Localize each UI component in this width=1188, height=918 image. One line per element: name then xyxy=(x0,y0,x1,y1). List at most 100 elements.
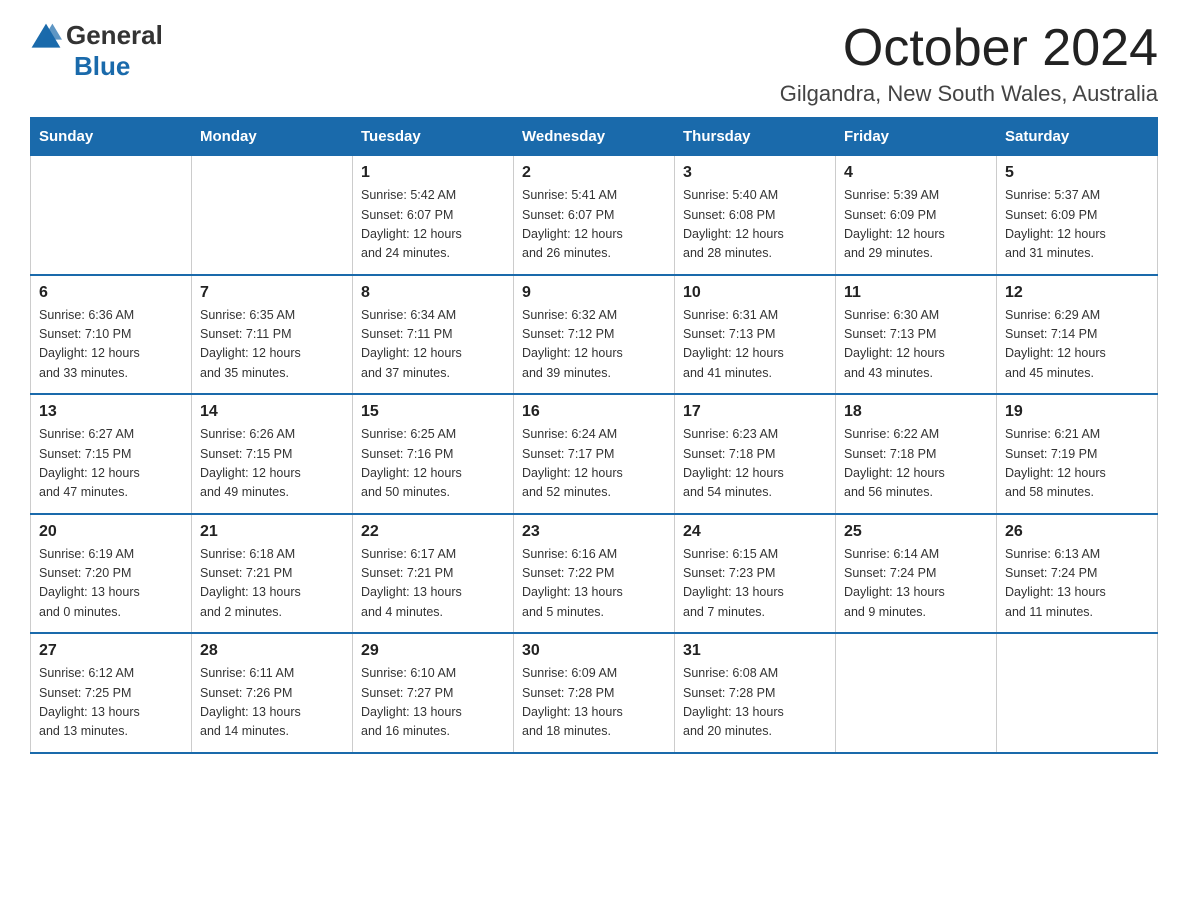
day-info: Sunrise: 6:16 AM Sunset: 7:22 PM Dayligh… xyxy=(522,545,666,623)
calendar-table: SundayMondayTuesdayWednesdayThursdayFrid… xyxy=(30,117,1158,754)
day-number: 19 xyxy=(1005,403,1149,421)
calendar-cell: 23 Sunrise: 6:16 AM Sunset: 7:22 PM Dayli… xyxy=(514,514,675,634)
day-number: 16 xyxy=(522,403,666,421)
calendar-cell: 28 Sunrise: 6:11 AM Sunset: 7:26 PM Dayli… xyxy=(192,633,353,753)
calendar-cell: 3 Sunrise: 5:40 AM Sunset: 6:08 PM Daylig… xyxy=(675,156,836,275)
page-header: General Blue October 2024 Gilgandra, New… xyxy=(30,20,1158,107)
day-info: Sunrise: 6:17 AM Sunset: 7:21 PM Dayligh… xyxy=(361,545,505,623)
calendar-cell: 26Sunrise: 6:13 AM Sunset: 7:24 PM Dayli… xyxy=(997,514,1158,634)
day-number: 13 xyxy=(39,403,183,421)
calendar-cell: 17 Sunrise: 6:23 AM Sunset: 7:18 PM Dayli… xyxy=(675,394,836,514)
header-right: October 2024 Gilgandra, New South Wales,… xyxy=(780,20,1158,107)
calendar-week-row: 6 Sunrise: 6:36 AM Sunset: 7:10 PM Daylig… xyxy=(31,275,1158,395)
calendar-cell xyxy=(997,633,1158,753)
calendar-cell: 25 Sunrise: 6:14 AM Sunset: 7:24 PM Dayli… xyxy=(836,514,997,634)
day-info: Sunrise: 6:11 AM Sunset: 7:26 PM Dayligh… xyxy=(200,664,344,742)
calendar-cell: 30 Sunrise: 6:09 AM Sunset: 7:28 PM Dayli… xyxy=(514,633,675,753)
day-number: 6 xyxy=(39,284,183,302)
day-number: 29 xyxy=(361,642,505,660)
calendar-day-header: Wednesday xyxy=(514,118,675,156)
day-number: 12 xyxy=(1005,284,1149,302)
day-info: Sunrise: 6:26 AM Sunset: 7:15 PM Dayligh… xyxy=(200,425,344,503)
calendar-week-row: 27Sunrise: 6:12 AM Sunset: 7:25 PM Dayli… xyxy=(31,633,1158,753)
calendar-cell: 9 Sunrise: 6:32 AM Sunset: 7:12 PM Daylig… xyxy=(514,275,675,395)
day-info: Sunrise: 6:19 AM Sunset: 7:20 PM Dayligh… xyxy=(39,545,183,623)
calendar-cell: 15Sunrise: 6:25 AM Sunset: 7:16 PM Dayli… xyxy=(353,394,514,514)
calendar-day-header: Friday xyxy=(836,118,997,156)
day-number: 10 xyxy=(683,284,827,302)
calendar-cell: 10 Sunrise: 6:31 AM Sunset: 7:13 PM Dayli… xyxy=(675,275,836,395)
calendar-cell: 29 Sunrise: 6:10 AM Sunset: 7:27 PM Dayli… xyxy=(353,633,514,753)
calendar-cell: 5 Sunrise: 5:37 AM Sunset: 6:09 PM Daylig… xyxy=(997,156,1158,275)
logo: General Blue xyxy=(30,20,163,82)
logo-general-text: General xyxy=(66,20,163,51)
calendar-cell xyxy=(836,633,997,753)
day-info: Sunrise: 6:15 AM Sunset: 7:23 PM Dayligh… xyxy=(683,545,827,623)
day-info: Sunrise: 6:23 AM Sunset: 7:18 PM Dayligh… xyxy=(683,425,827,503)
day-number: 21 xyxy=(200,523,344,541)
calendar-week-row: 13 Sunrise: 6:27 AM Sunset: 7:15 PM Dayli… xyxy=(31,394,1158,514)
day-info: Sunrise: 5:37 AM Sunset: 6:09 PM Dayligh… xyxy=(1005,186,1149,264)
day-info: Sunrise: 6:30 AM Sunset: 7:13 PM Dayligh… xyxy=(844,306,988,384)
day-info: Sunrise: 6:31 AM Sunset: 7:13 PM Dayligh… xyxy=(683,306,827,384)
day-info: Sunrise: 6:32 AM Sunset: 7:12 PM Dayligh… xyxy=(522,306,666,384)
day-info: Sunrise: 6:35 AM Sunset: 7:11 PM Dayligh… xyxy=(200,306,344,384)
day-info: Sunrise: 5:40 AM Sunset: 6:08 PM Dayligh… xyxy=(683,186,827,264)
calendar-cell: 11 Sunrise: 6:30 AM Sunset: 7:13 PM Dayli… xyxy=(836,275,997,395)
day-number: 25 xyxy=(844,523,988,541)
day-info: Sunrise: 6:18 AM Sunset: 7:21 PM Dayligh… xyxy=(200,545,344,623)
day-info: Sunrise: 6:36 AM Sunset: 7:10 PM Dayligh… xyxy=(39,306,183,384)
calendar-day-header: Monday xyxy=(192,118,353,156)
calendar-cell: 14Sunrise: 6:26 AM Sunset: 7:15 PM Dayli… xyxy=(192,394,353,514)
calendar-cell: 4Sunrise: 5:39 AM Sunset: 6:09 PM Daylig… xyxy=(836,156,997,275)
day-info: Sunrise: 5:41 AM Sunset: 6:07 PM Dayligh… xyxy=(522,186,666,264)
calendar-day-header: Saturday xyxy=(997,118,1158,156)
day-info: Sunrise: 6:34 AM Sunset: 7:11 PM Dayligh… xyxy=(361,306,505,384)
day-info: Sunrise: 6:10 AM Sunset: 7:27 PM Dayligh… xyxy=(361,664,505,742)
calendar-cell: 31Sunrise: 6:08 AM Sunset: 7:28 PM Dayli… xyxy=(675,633,836,753)
calendar-week-row: 1Sunrise: 5:42 AM Sunset: 6:07 PM Daylig… xyxy=(31,156,1158,275)
calendar-cell: 19 Sunrise: 6:21 AM Sunset: 7:19 PM Dayli… xyxy=(997,394,1158,514)
general-blue-logo-icon xyxy=(30,22,62,50)
day-number: 28 xyxy=(200,642,344,660)
day-number: 24 xyxy=(683,523,827,541)
calendar-cell: 6 Sunrise: 6:36 AM Sunset: 7:10 PM Daylig… xyxy=(31,275,192,395)
day-number: 23 xyxy=(522,523,666,541)
day-info: Sunrise: 6:21 AM Sunset: 7:19 PM Dayligh… xyxy=(1005,425,1149,503)
day-number: 17 xyxy=(683,403,827,421)
day-number: 30 xyxy=(522,642,666,660)
day-info: Sunrise: 5:39 AM Sunset: 6:09 PM Dayligh… xyxy=(844,186,988,264)
logo-blue-text: Blue xyxy=(74,51,130,82)
day-number: 11 xyxy=(844,284,988,302)
calendar-cell: 24 Sunrise: 6:15 AM Sunset: 7:23 PM Dayli… xyxy=(675,514,836,634)
calendar-cell: 22Sunrise: 6:17 AM Sunset: 7:21 PM Dayli… xyxy=(353,514,514,634)
calendar-cell: 7 Sunrise: 6:35 AM Sunset: 7:11 PM Daylig… xyxy=(192,275,353,395)
day-info: Sunrise: 6:12 AM Sunset: 7:25 PM Dayligh… xyxy=(39,664,183,742)
calendar-cell: 1Sunrise: 5:42 AM Sunset: 6:07 PM Daylig… xyxy=(353,156,514,275)
calendar-cell: 13 Sunrise: 6:27 AM Sunset: 7:15 PM Dayli… xyxy=(31,394,192,514)
calendar-cell xyxy=(192,156,353,275)
day-info: Sunrise: 6:09 AM Sunset: 7:28 PM Dayligh… xyxy=(522,664,666,742)
location-subtitle: Gilgandra, New South Wales, Australia xyxy=(780,81,1158,107)
day-number: 3 xyxy=(683,164,827,182)
calendar-header-row: SundayMondayTuesdayWednesdayThursdayFrid… xyxy=(31,118,1158,156)
day-number: 7 xyxy=(200,284,344,302)
day-info: Sunrise: 6:08 AM Sunset: 7:28 PM Dayligh… xyxy=(683,664,827,742)
calendar-cell: 21 Sunrise: 6:18 AM Sunset: 7:21 PM Dayli… xyxy=(192,514,353,634)
calendar-week-row: 20 Sunrise: 6:19 AM Sunset: 7:20 PM Dayli… xyxy=(31,514,1158,634)
day-number: 5 xyxy=(1005,164,1149,182)
day-number: 9 xyxy=(522,284,666,302)
day-info: Sunrise: 6:27 AM Sunset: 7:15 PM Dayligh… xyxy=(39,425,183,503)
day-info: Sunrise: 6:24 AM Sunset: 7:17 PM Dayligh… xyxy=(522,425,666,503)
day-number: 20 xyxy=(39,523,183,541)
day-number: 26 xyxy=(1005,523,1149,541)
calendar-day-header: Tuesday xyxy=(353,118,514,156)
calendar-cell: 27Sunrise: 6:12 AM Sunset: 7:25 PM Dayli… xyxy=(31,633,192,753)
day-info: Sunrise: 5:42 AM Sunset: 6:07 PM Dayligh… xyxy=(361,186,505,264)
day-number: 18 xyxy=(844,403,988,421)
day-info: Sunrise: 6:14 AM Sunset: 7:24 PM Dayligh… xyxy=(844,545,988,623)
day-number: 8 xyxy=(361,284,505,302)
calendar-day-header: Sunday xyxy=(31,118,192,156)
calendar-cell xyxy=(31,156,192,275)
calendar-cell: 2Sunrise: 5:41 AM Sunset: 6:07 PM Daylig… xyxy=(514,156,675,275)
